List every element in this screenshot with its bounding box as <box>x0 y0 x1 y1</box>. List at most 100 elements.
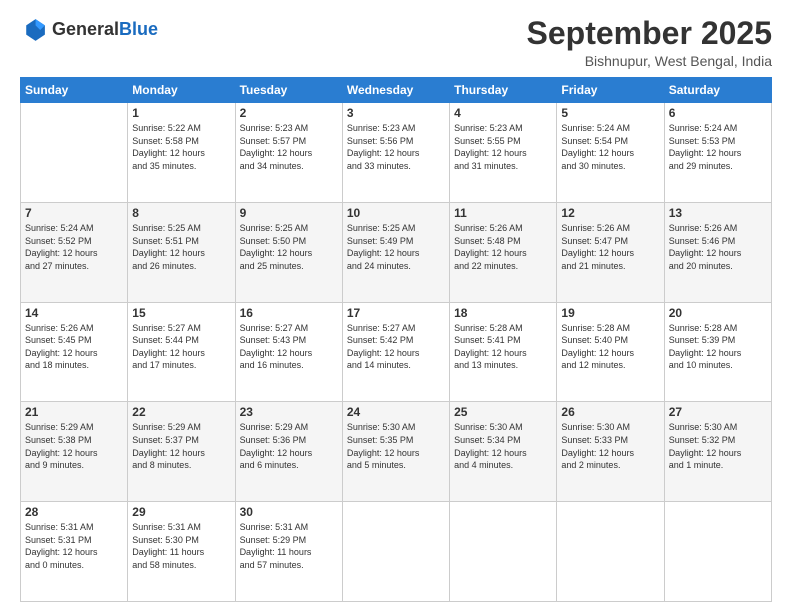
cell-line: Daylight: 12 hours <box>454 247 552 260</box>
day-number: 2 <box>240 106 338 120</box>
calendar-cell: 9Sunrise: 5:25 AMSunset: 5:50 PMDaylight… <box>235 202 342 302</box>
cell-line: Daylight: 12 hours <box>240 447 338 460</box>
calendar-cell: 7Sunrise: 5:24 AMSunset: 5:52 PMDaylight… <box>21 202 128 302</box>
cell-line: Sunrise: 5:24 AM <box>669 122 767 135</box>
cell-line: Sunrise: 5:25 AM <box>132 222 230 235</box>
cell-line: Daylight: 12 hours <box>561 347 659 360</box>
cell-line: Sunset: 5:56 PM <box>347 135 445 148</box>
cell-content: Sunrise: 5:28 AMSunset: 5:41 PMDaylight:… <box>454 322 552 372</box>
calendar-week-5: 28Sunrise: 5:31 AMSunset: 5:31 PMDayligh… <box>21 502 772 602</box>
cell-line: Sunrise: 5:29 AM <box>132 421 230 434</box>
cell-line: and 21 minutes. <box>561 260 659 273</box>
calendar-cell: 20Sunrise: 5:28 AMSunset: 5:39 PMDayligh… <box>664 302 771 402</box>
cell-line: Sunrise: 5:26 AM <box>25 322 123 335</box>
cell-line: and 16 minutes. <box>240 359 338 372</box>
cell-line: Sunset: 5:31 PM <box>25 534 123 547</box>
cell-content: Sunrise: 5:27 AMSunset: 5:44 PMDaylight:… <box>132 322 230 372</box>
cell-line: Sunrise: 5:23 AM <box>454 122 552 135</box>
calendar-cell: 8Sunrise: 5:25 AMSunset: 5:51 PMDaylight… <box>128 202 235 302</box>
cell-line: and 26 minutes. <box>132 260 230 273</box>
cell-line: and 33 minutes. <box>347 160 445 173</box>
cell-line: Sunrise: 5:30 AM <box>347 421 445 434</box>
cell-line: Sunset: 5:46 PM <box>669 235 767 248</box>
cell-content: Sunrise: 5:30 AMSunset: 5:32 PMDaylight:… <box>669 421 767 471</box>
cell-content: Sunrise: 5:26 AMSunset: 5:48 PMDaylight:… <box>454 222 552 272</box>
cell-line: Daylight: 12 hours <box>132 247 230 260</box>
cell-line: Sunset: 5:34 PM <box>454 434 552 447</box>
calendar-cell <box>21 103 128 203</box>
cell-line: and 58 minutes. <box>132 559 230 572</box>
cell-content: Sunrise: 5:26 AMSunset: 5:45 PMDaylight:… <box>25 322 123 372</box>
calendar-cell: 19Sunrise: 5:28 AMSunset: 5:40 PMDayligh… <box>557 302 664 402</box>
cell-line: Daylight: 12 hours <box>25 347 123 360</box>
location: Bishnupur, West Bengal, India <box>527 53 772 69</box>
cell-line: Sunrise: 5:30 AM <box>669 421 767 434</box>
cell-line: Daylight: 12 hours <box>240 347 338 360</box>
cell-line: Daylight: 11 hours <box>132 546 230 559</box>
cell-line: Sunset: 5:58 PM <box>132 135 230 148</box>
cell-line: and 34 minutes. <box>240 160 338 173</box>
cell-line: and 22 minutes. <box>454 260 552 273</box>
cell-line: Sunset: 5:48 PM <box>454 235 552 248</box>
calendar-cell <box>450 502 557 602</box>
cell-content: Sunrise: 5:22 AMSunset: 5:58 PMDaylight:… <box>132 122 230 172</box>
calendar-cell: 14 Sunrise: 5:26 AMSunset: 5:45 PMDayligh… <box>21 302 128 402</box>
calendar-cell: 6Sunrise: 5:24 AMSunset: 5:53 PMDaylight… <box>664 103 771 203</box>
day-number: 11 <box>454 206 552 220</box>
cell-line: Daylight: 12 hours <box>454 347 552 360</box>
header-monday: Monday <box>128 78 235 103</box>
cell-content: Sunrise: 5:31 AMSunset: 5:31 PMDaylight:… <box>25 521 123 571</box>
cell-line: and 4 minutes. <box>454 459 552 472</box>
day-number: 26 <box>561 405 659 419</box>
cell-line: Sunset: 5:53 PM <box>669 135 767 148</box>
cell-line: Daylight: 12 hours <box>669 447 767 460</box>
calendar-cell: 13Sunrise: 5:26 AMSunset: 5:46 PMDayligh… <box>664 202 771 302</box>
day-number: 10 <box>347 206 445 220</box>
day-number: 14 <box>25 306 123 320</box>
cell-line: and 5 minutes. <box>347 459 445 472</box>
day-number: 4 <box>454 106 552 120</box>
calendar-cell: 29Sunrise: 5:31 AMSunset: 5:30 PMDayligh… <box>128 502 235 602</box>
cell-line: and 18 minutes. <box>25 359 123 372</box>
cell-line: and 20 minutes. <box>669 260 767 273</box>
cell-line: Daylight: 12 hours <box>454 447 552 460</box>
cell-line: Sunrise: 5:26 AM <box>669 222 767 235</box>
cell-content: Sunrise: 5:31 AMSunset: 5:29 PMDaylight:… <box>240 521 338 571</box>
calendar-cell: 21Sunrise: 5:29 AMSunset: 5:38 PMDayligh… <box>21 402 128 502</box>
calendar-cell: 16Sunrise: 5:27 AMSunset: 5:43 PMDayligh… <box>235 302 342 402</box>
cell-line: Sunrise: 5:27 AM <box>347 322 445 335</box>
cell-line: Sunrise: 5:28 AM <box>669 322 767 335</box>
calendar-cell: 12Sunrise: 5:26 AMSunset: 5:47 PMDayligh… <box>557 202 664 302</box>
cell-line: Sunset: 5:40 PM <box>561 334 659 347</box>
day-number: 23 <box>240 405 338 419</box>
logo-icon <box>20 16 48 44</box>
calendar-header-row: SundayMondayTuesdayWednesdayThursdayFrid… <box>21 78 772 103</box>
calendar-cell <box>664 502 771 602</box>
cell-line: and 9 minutes. <box>25 459 123 472</box>
cell-line: and 17 minutes. <box>132 359 230 372</box>
day-number: 18 <box>454 306 552 320</box>
cell-line: Daylight: 12 hours <box>561 247 659 260</box>
day-number: 16 <box>240 306 338 320</box>
cell-content: Sunrise: 5:29 AMSunset: 5:36 PMDaylight:… <box>240 421 338 471</box>
day-number: 3 <box>347 106 445 120</box>
calendar-cell <box>557 502 664 602</box>
calendar-cell: 24Sunrise: 5:30 AMSunset: 5:35 PMDayligh… <box>342 402 449 502</box>
day-number: 21 <box>25 405 123 419</box>
cell-line: and 8 minutes. <box>132 459 230 472</box>
cell-content: Sunrise: 5:23 AMSunset: 5:55 PMDaylight:… <box>454 122 552 172</box>
cell-content: Sunrise: 5:25 AMSunset: 5:49 PMDaylight:… <box>347 222 445 272</box>
cell-line: Sunset: 5:39 PM <box>669 334 767 347</box>
cell-line: Sunrise: 5:23 AM <box>240 122 338 135</box>
cell-line: Sunset: 5:55 PM <box>454 135 552 148</box>
calendar-cell: 25Sunrise: 5:30 AMSunset: 5:34 PMDayligh… <box>450 402 557 502</box>
cell-line: Sunrise: 5:23 AM <box>347 122 445 135</box>
header-tuesday: Tuesday <box>235 78 342 103</box>
cell-content: Sunrise: 5:24 AMSunset: 5:53 PMDaylight:… <box>669 122 767 172</box>
cell-line: Sunset: 5:57 PM <box>240 135 338 148</box>
cell-line: Sunrise: 5:25 AM <box>347 222 445 235</box>
calendar-cell: 2Sunrise: 5:23 AMSunset: 5:57 PMDaylight… <box>235 103 342 203</box>
cell-line: and 2 minutes. <box>561 459 659 472</box>
day-number: 8 <box>132 206 230 220</box>
cell-line: Daylight: 12 hours <box>347 447 445 460</box>
